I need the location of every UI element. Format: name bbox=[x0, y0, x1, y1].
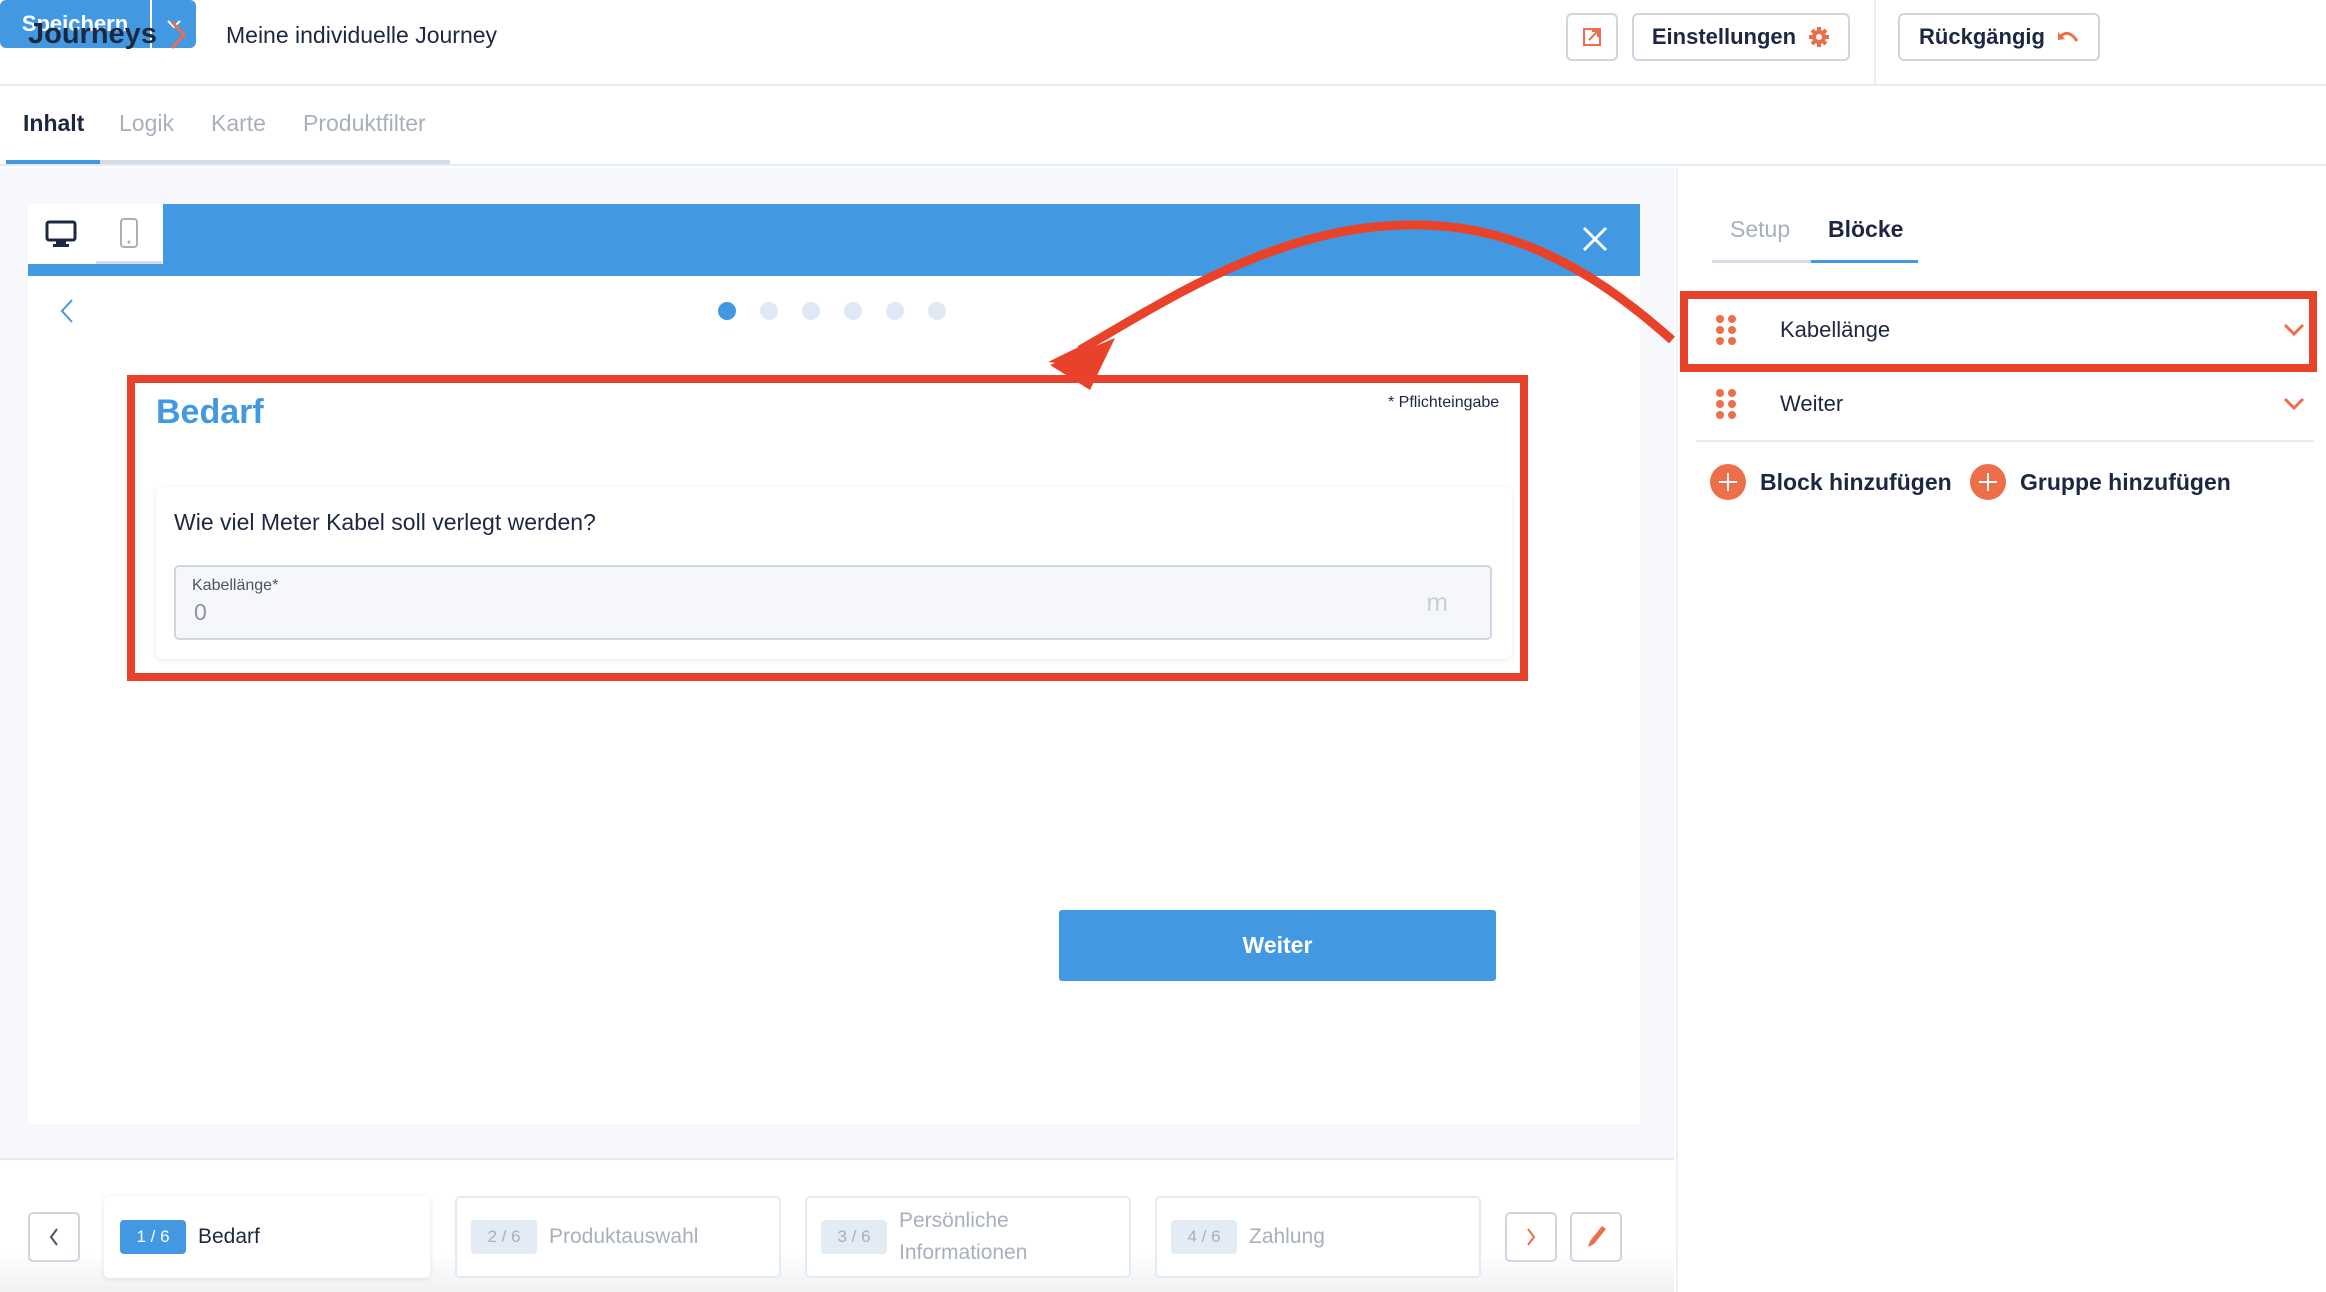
step-label: Zahlung bbox=[1249, 1225, 1325, 1248]
main-tabs: Inhalt Logik Karte Produktfilter bbox=[0, 88, 2326, 166]
next-button[interactable]: Weiter bbox=[1059, 910, 1496, 981]
panel-tab-bloecke[interactable]: Blöcke bbox=[1828, 216, 1903, 243]
top-bar: Journeys Meine individuelle Journey Eins… bbox=[0, 0, 2326, 86]
preview-header-bar bbox=[28, 204, 1640, 276]
progress-dot[interactable] bbox=[718, 302, 736, 320]
undo-label: Rückgängig bbox=[1919, 24, 2045, 49]
close-icon[interactable] bbox=[1578, 222, 1612, 256]
tab-inhalt[interactable]: Inhalt bbox=[23, 110, 84, 137]
tab-logik[interactable]: Logik bbox=[119, 110, 174, 137]
breadcrumb-page: Meine individuelle Journey bbox=[226, 22, 498, 48]
block-list-divider bbox=[1696, 440, 2314, 442]
step-badge: 3 / 6 bbox=[821, 1220, 887, 1254]
panel-tab-setup[interactable]: Setup bbox=[1730, 216, 1790, 243]
chevron-right-icon bbox=[170, 20, 187, 50]
mobile-icon bbox=[120, 217, 138, 248]
add-block-button[interactable]: Block hinzufügen bbox=[1710, 464, 1952, 500]
undo-button[interactable]: Rückgängig bbox=[1898, 13, 2100, 61]
tab-indicator bbox=[6, 160, 100, 164]
add-group-button[interactable]: Gruppe hinzufügen bbox=[1970, 464, 2231, 500]
edit-steps-button[interactable] bbox=[1570, 1212, 1622, 1262]
block-label: Weiter bbox=[1780, 391, 1844, 416]
panel-tab-indicator bbox=[1811, 260, 1918, 263]
annotation-highlight-content bbox=[127, 375, 1528, 681]
pencil-icon bbox=[1588, 1226, 1606, 1247]
progress-dot[interactable] bbox=[844, 302, 862, 320]
progress-dots bbox=[718, 302, 946, 320]
add-block-label: Block hinzufügen bbox=[1760, 468, 1952, 495]
progress-dot[interactable] bbox=[760, 302, 778, 320]
chevron-right-icon bbox=[1527, 1228, 1536, 1246]
chevron-left-icon[interactable] bbox=[56, 296, 78, 326]
progress-dot[interactable] bbox=[802, 302, 820, 320]
progress-dot[interactable] bbox=[886, 302, 904, 320]
chevron-down-icon[interactable] bbox=[2282, 396, 2306, 412]
add-group-label: Gruppe hinzufügen bbox=[2020, 468, 2231, 495]
step-card[interactable]: 2 / 6 Produktauswahl bbox=[455, 1196, 781, 1278]
step-label: Persönliche Informationen bbox=[899, 1209, 1028, 1264]
step-label: Produktauswahl bbox=[549, 1225, 699, 1248]
step-card[interactable]: 1 / 6 Bedarf bbox=[104, 1196, 430, 1278]
tab-produktfilter[interactable]: Produktfilter bbox=[303, 110, 426, 137]
gear-icon bbox=[1809, 27, 1830, 47]
plus-icon bbox=[1710, 464, 1746, 500]
toolbar-divider bbox=[1874, 0, 1876, 86]
prev-step-button[interactable] bbox=[28, 1212, 80, 1262]
progress-dot[interactable] bbox=[928, 302, 946, 320]
settings-button[interactable]: Einstellungen bbox=[1632, 13, 1850, 61]
drag-handle-icon[interactable] bbox=[1716, 389, 1742, 419]
device-mobile-button[interactable] bbox=[96, 204, 162, 264]
settings-label: Einstellungen bbox=[1651, 24, 1797, 49]
open-external-button[interactable] bbox=[1566, 13, 1618, 61]
annotation-highlight-block bbox=[1680, 291, 2317, 372]
step-label: Bedarf bbox=[198, 1225, 260, 1248]
step-badge: 1 / 6 bbox=[120, 1220, 186, 1254]
device-desktop-button[interactable] bbox=[28, 204, 94, 264]
device-switcher bbox=[28, 204, 163, 264]
next-step-button[interactable] bbox=[1505, 1212, 1557, 1262]
tab-karte[interactable]: Karte bbox=[211, 110, 266, 137]
step-card[interactable]: 3 / 6 Persönliche Informationen bbox=[805, 1196, 1131, 1278]
step-navigation: 1 / 6 Bedarf 2 / 6 Produktauswahl 3 / 6 Per… bbox=[0, 1158, 1674, 1292]
external-link-icon bbox=[1583, 28, 1601, 46]
undo-icon bbox=[2057, 31, 2079, 42]
plus-icon bbox=[1970, 464, 2006, 500]
step-card[interactable]: 4 / 6 Zahlung bbox=[1155, 1196, 1481, 1278]
step-badge: 2 / 6 bbox=[471, 1220, 537, 1254]
chevron-left-icon bbox=[49, 1228, 58, 1246]
step-badge: 4 / 6 bbox=[1171, 1220, 1237, 1254]
desktop-icon bbox=[45, 220, 77, 247]
block-row-weiter[interactable]: Weiter bbox=[1696, 368, 2314, 440]
breadcrumb-root[interactable]: Journeys bbox=[28, 18, 157, 51]
